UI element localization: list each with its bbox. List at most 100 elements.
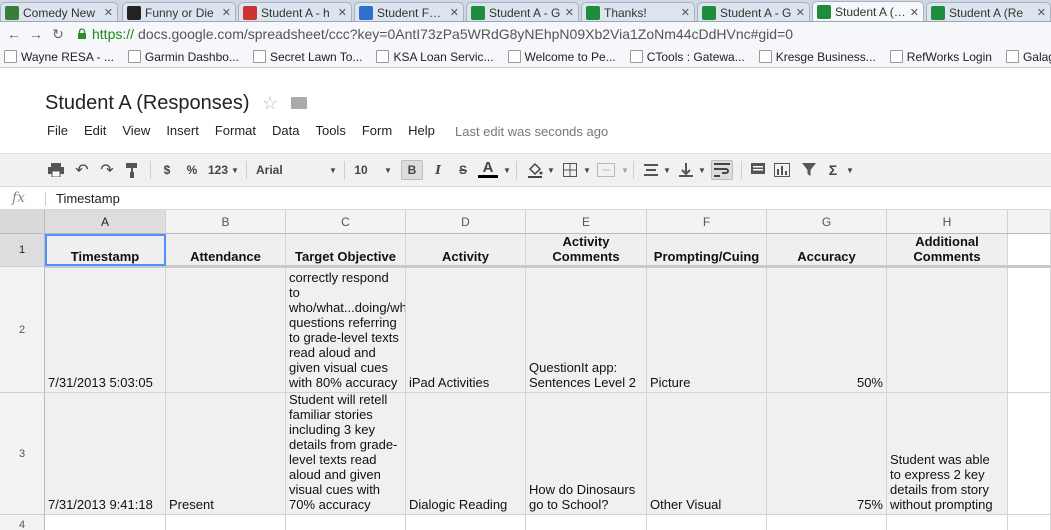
close-icon[interactable]: ✕ — [1037, 6, 1046, 19]
filter-icon[interactable] — [800, 160, 818, 180]
menu-insert[interactable]: Insert — [166, 123, 199, 138]
close-icon[interactable]: ✕ — [796, 6, 805, 19]
cell[interactable] — [1008, 393, 1051, 515]
chevron-down-icon[interactable]: ▼ — [662, 160, 672, 180]
bookmark-item[interactable]: Wayne RESA - ... — [4, 50, 114, 64]
menu-view[interactable]: View — [122, 123, 150, 138]
chevron-down-icon[interactable]: ▼ — [582, 160, 592, 180]
table-cell[interactable]: Dialogic Reading — [406, 393, 526, 515]
strikethrough-button[interactable]: S — [455, 160, 471, 180]
chevron-down-icon[interactable]: ▼ — [620, 160, 630, 180]
row-header[interactable]: 2 — [0, 267, 45, 393]
menu-help[interactable]: Help — [408, 123, 435, 138]
forward-icon[interactable]: → — [28, 26, 44, 42]
fill-color-icon[interactable] — [526, 160, 544, 180]
borders-icon[interactable] — [561, 160, 579, 180]
chevron-down-icon[interactable]: ▼ — [230, 160, 240, 180]
column-header-c[interactable]: C — [286, 210, 406, 234]
url-field[interactable]: https://docs.google.com/spreadsheet/ccc?… — [76, 26, 793, 42]
font-family-select[interactable]: Arial — [256, 160, 296, 180]
close-icon[interactable]: ✕ — [910, 6, 919, 19]
browser-tab[interactable]: Student Form ✕ — [354, 2, 464, 21]
align-icon[interactable] — [642, 160, 660, 180]
row-header[interactable]: 3 — [0, 393, 45, 515]
browser-tab[interactable]: Thanks! ✕ — [581, 2, 695, 21]
table-cell[interactable]: 50% — [767, 267, 887, 393]
header-cell[interactable]: Additional Comments — [887, 234, 1008, 267]
frozen-row-divider[interactable] — [45, 265, 1051, 268]
browser-tab[interactable]: Comedy New ✕ — [0, 2, 118, 21]
browser-tab[interactable]: Student A (Re ✕ — [926, 2, 1051, 21]
wrap-text-icon[interactable] — [711, 160, 733, 180]
close-icon[interactable]: ✕ — [104, 6, 113, 19]
cell[interactable] — [166, 515, 286, 530]
bookmark-item[interactable]: Welcome to Pe... — [507, 50, 616, 64]
menu-data[interactable]: Data — [272, 123, 299, 138]
comment-icon[interactable] — [749, 160, 767, 180]
percent-format-button[interactable]: % — [184, 160, 200, 180]
browser-tab[interactable]: Student A (Re ✕ — [812, 1, 924, 21]
close-icon[interactable]: ✕ — [681, 6, 690, 19]
table-cell[interactable]: Other Visual — [647, 393, 767, 515]
redo-icon[interactable]: ↷ — [97, 160, 117, 180]
table-cell[interactable]: How do Dinosaurs go to School? — [526, 393, 647, 515]
back-icon[interactable]: ← — [6, 26, 22, 42]
bookmark-item[interactable]: Garmin Dashbo... — [127, 50, 239, 64]
browser-tab[interactable]: Funny or Die ✕ — [122, 2, 236, 21]
row-header[interactable]: 4 — [0, 515, 45, 530]
bookmark-item[interactable]: KSA Loan Servic... — [376, 50, 494, 64]
header-cell[interactable]: Accuracy — [767, 234, 887, 267]
header-cell[interactable]: Prompting/Cuing — [647, 234, 767, 267]
chevron-down-icon[interactable]: ▼ — [383, 160, 393, 180]
cell[interactable] — [767, 515, 887, 530]
column-header-g[interactable]: G — [767, 210, 887, 234]
column-header-e[interactable]: E — [526, 210, 647, 234]
currency-format-button[interactable]: $ — [160, 160, 174, 180]
close-icon[interactable]: ✕ — [338, 6, 347, 19]
text-color-button[interactable]: A — [478, 159, 498, 178]
chevron-down-icon[interactable]: ▼ — [328, 160, 338, 180]
bookmark-item[interactable]: Kresge Business... — [758, 50, 876, 64]
formula-input[interactable]: Timestamp — [56, 191, 120, 206]
italic-button[interactable]: I — [430, 160, 446, 180]
menu-form[interactable]: Form — [362, 123, 392, 138]
table-cell[interactable] — [887, 267, 1008, 393]
table-cell[interactable] — [166, 267, 286, 393]
select-all-corner[interactable] — [0, 210, 45, 234]
table-cell[interactable]: QuestionIt app: Sentences Level 2 — [526, 267, 647, 393]
header-cell[interactable]: Activity — [406, 234, 526, 267]
column-header-d[interactable]: D — [406, 210, 526, 234]
table-cell[interactable]: Present — [166, 393, 286, 515]
menu-tools[interactable]: Tools — [315, 123, 345, 138]
functions-button[interactable]: Σ — [825, 160, 841, 180]
bookmark-item[interactable]: Secret Lawn To... — [252, 50, 362, 64]
browser-tab[interactable]: Student A - G ✕ — [466, 2, 579, 21]
vertical-align-icon[interactable] — [677, 160, 695, 180]
column-header[interactable] — [1008, 210, 1051, 234]
bookmark-item[interactable]: Galaga Game - — [1005, 50, 1051, 64]
header-cell[interactable]: Attendance — [166, 234, 286, 267]
chevron-down-icon[interactable]: ▼ — [502, 160, 512, 180]
table-cell[interactable]: iPad Activities — [406, 267, 526, 393]
cell[interactable] — [647, 515, 767, 530]
close-icon[interactable]: ✕ — [565, 6, 574, 19]
cell[interactable] — [887, 515, 1008, 530]
column-header-h[interactable]: H — [887, 210, 1008, 234]
table-cell[interactable]: 75% — [767, 393, 887, 515]
header-cell[interactable]: Activity Comments — [526, 234, 647, 267]
table-cell[interactable]: Picture — [647, 267, 767, 393]
table-cell[interactable]: Student will correctly respond to who/wh… — [286, 267, 406, 393]
header-cell[interactable]: Timestamp — [45, 234, 166, 267]
font-size-select[interactable]: 10 — [352, 160, 370, 180]
cell[interactable] — [1008, 234, 1051, 267]
document-title[interactable]: Student A (Responses) — [45, 92, 250, 115]
chevron-down-icon[interactable]: ▼ — [697, 160, 707, 180]
column-header-f[interactable]: F — [647, 210, 767, 234]
cell[interactable] — [526, 515, 647, 530]
bold-button[interactable]: B — [401, 160, 423, 180]
browser-tab[interactable]: Student A - G ✕ — [697, 2, 810, 21]
folder-icon[interactable] — [291, 97, 307, 109]
chevron-down-icon[interactable]: ▼ — [546, 160, 556, 180]
row-header[interactable]: 1 — [0, 234, 45, 267]
reload-icon[interactable]: ↻ — [50, 26, 66, 42]
